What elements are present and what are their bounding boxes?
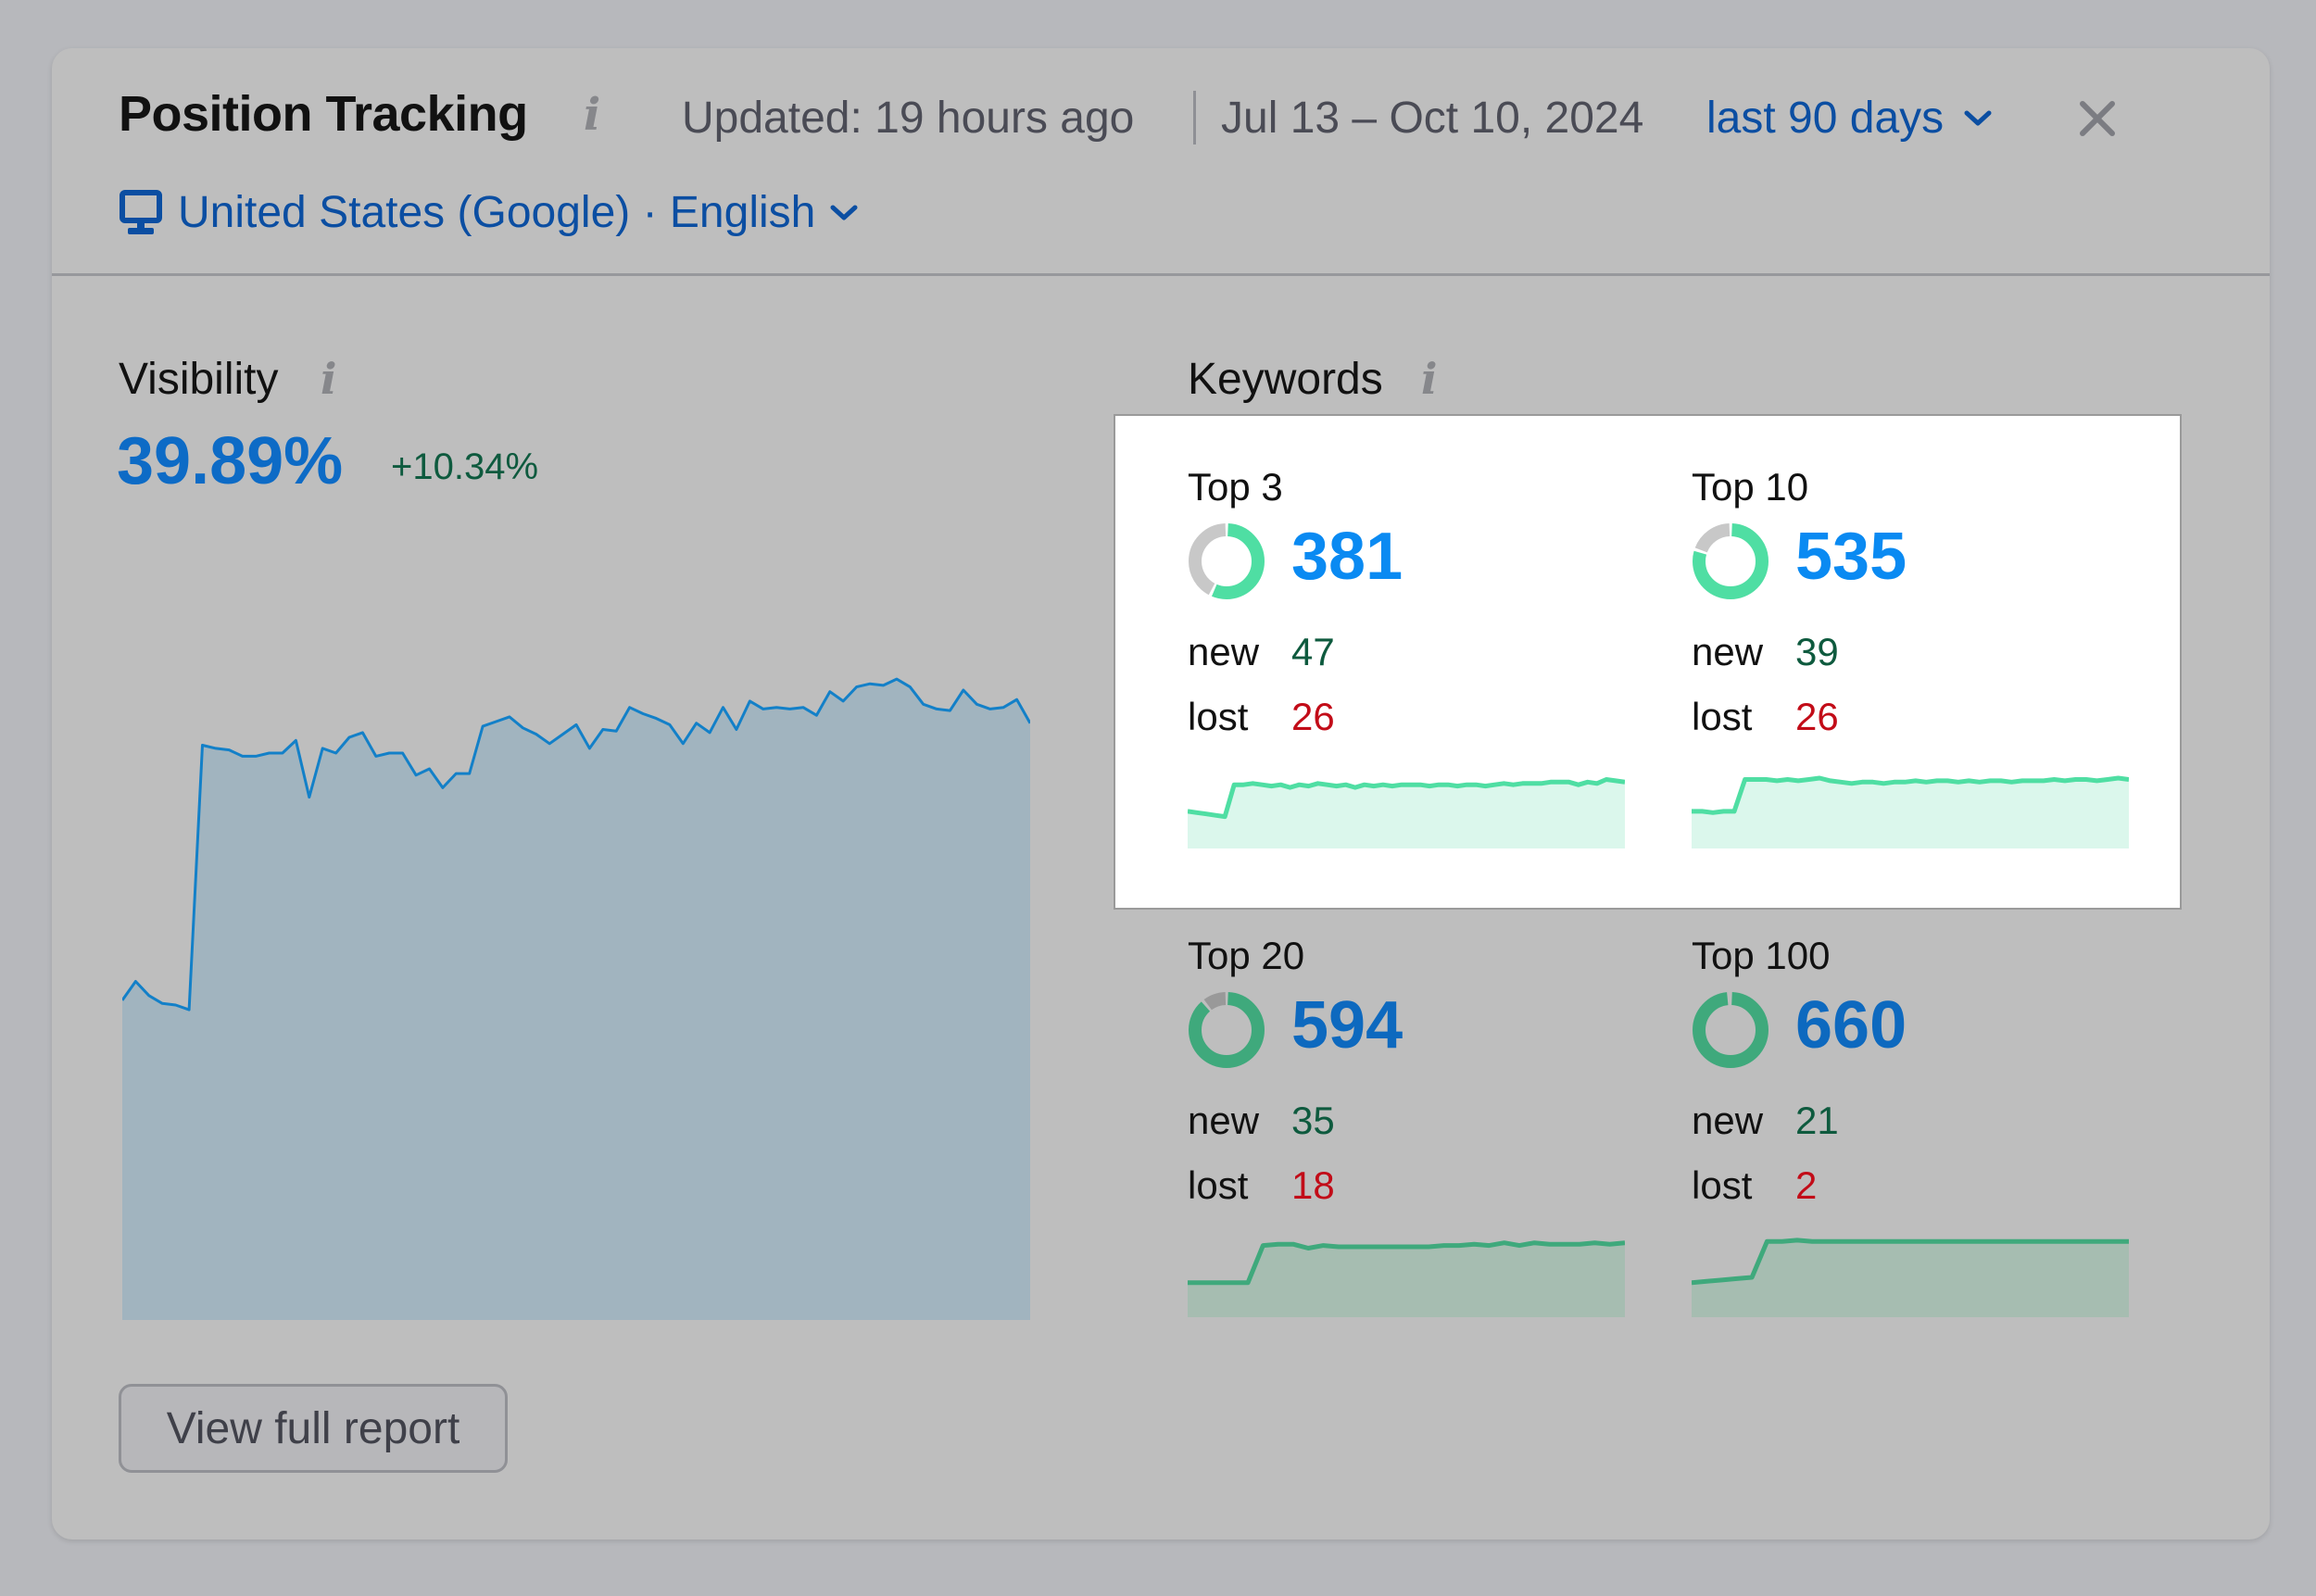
visibility-delta: +10.34%	[391, 446, 539, 487]
view-full-report-button[interactable]: View full report	[119, 1384, 508, 1473]
lost-keywords-row: lost 18	[1188, 1163, 1335, 1208]
new-keywords-count[interactable]: 21	[1795, 1099, 1839, 1143]
sparkline-area	[1188, 779, 1625, 848]
keyword-count[interactable]: 594	[1291, 987, 1403, 1063]
new-keywords-row: new 21	[1692, 1099, 1839, 1143]
new-keywords-row: new 35	[1188, 1099, 1335, 1143]
keyword-group-label: Top 10	[1692, 465, 1809, 509]
locale-selector[interactable]: United States (Google) · English	[119, 187, 858, 238]
sparkline-area	[1692, 778, 2129, 848]
new-keywords-count[interactable]: 47	[1291, 630, 1335, 674]
sparkline-area	[1692, 1239, 2129, 1317]
sparkline-area	[1188, 1242, 1625, 1317]
info-icon[interactable]: i	[321, 354, 336, 404]
lost-label: lost	[1188, 695, 1249, 738]
new-keywords-row: new 47	[1188, 630, 1335, 674]
keywords-label: Keywords	[1188, 355, 1383, 404]
new-label: new	[1692, 630, 1764, 673]
visibility-value: 39.89%	[117, 424, 344, 498]
keyword-group-label: Top 100	[1692, 934, 1831, 977]
keyword-trend-sparkline	[1188, 1240, 1625, 1317]
lost-keywords-count[interactable]: 18	[1291, 1163, 1335, 1208]
keyword-count[interactable]: 535	[1795, 519, 1907, 595]
updated-status: Updated: 19 hours ago	[682, 94, 1135, 143]
keyword-count[interactable]: 381	[1291, 519, 1403, 595]
share-donut-icon	[1189, 992, 1265, 1068]
lost-label: lost	[1692, 1163, 1753, 1207]
lost-keywords-row: lost 26	[1188, 695, 1335, 739]
period-selector-label: last 90 days	[1706, 94, 1945, 143]
keyword-trend-sparkline	[1692, 775, 2129, 848]
new-label: new	[1188, 1099, 1260, 1142]
desktop-monitor-icon	[119, 189, 163, 237]
lost-keywords-count[interactable]: 26	[1795, 695, 1839, 739]
lost-keywords-row: lost 2	[1692, 1163, 1817, 1208]
new-keywords-count[interactable]: 39	[1795, 630, 1839, 674]
close-icon[interactable]	[2075, 96, 2120, 141]
header-divider	[1193, 91, 1196, 145]
share-donut-icon	[1693, 992, 1768, 1068]
lost-label: lost	[1692, 695, 1753, 738]
lost-keywords-count[interactable]: 26	[1291, 695, 1335, 739]
visibility-chart	[122, 677, 1030, 1320]
keyword-group: Top 100 660 new 21 lost 2	[1692, 934, 2136, 1369]
keyword-trend-sparkline	[1188, 777, 1625, 848]
locale-label: United States (Google) · English	[178, 188, 816, 237]
lost-keywords-row: lost 26	[1692, 695, 1839, 739]
keyword-group: Top 10 535 new 39 lost 26	[1692, 465, 2136, 900]
new-keywords-count[interactable]: 35	[1291, 1099, 1335, 1143]
date-range: Jul 13 – Oct 10, 2024	[1221, 94, 1644, 143]
position-tracking-widget: Position Tracking i Updated: 19 hours ag…	[52, 48, 2270, 1539]
keyword-group-label: Top 3	[1188, 465, 1283, 509]
widget-header: Position Tracking i Updated: 19 hours ag…	[52, 48, 2270, 276]
visibility-label: Visibility	[119, 355, 279, 404]
new-keywords-row: new 39	[1692, 630, 1839, 674]
widget-title: Position Tracking	[119, 86, 528, 142]
keyword-group: Top 3 381 new 47 lost 26	[1188, 465, 1632, 900]
info-icon[interactable]: i	[1421, 354, 1437, 404]
chevron-down-icon	[830, 204, 858, 222]
share-donut-icon	[1693, 523, 1768, 599]
keyword-count[interactable]: 660	[1795, 987, 1907, 1063]
period-selector[interactable]: last 90 days	[1706, 93, 1992, 144]
chevron-down-icon	[1964, 109, 1992, 128]
share-donut-icon	[1189, 523, 1265, 599]
lost-label: lost	[1188, 1163, 1249, 1207]
new-label: new	[1188, 630, 1260, 673]
donut-share-segment	[1189, 992, 1265, 1068]
lost-keywords-count[interactable]: 2	[1795, 1163, 1817, 1208]
keyword-trend-sparkline	[1692, 1238, 2129, 1317]
keyword-group: Top 20 594 new 35 lost 18	[1188, 934, 1632, 1369]
keyword-group-label: Top 20	[1188, 934, 1305, 977]
info-icon[interactable]: i	[584, 89, 600, 141]
visibility-area	[122, 679, 1030, 1320]
new-label: new	[1692, 1099, 1764, 1142]
donut-share-segment	[1693, 992, 1768, 1068]
